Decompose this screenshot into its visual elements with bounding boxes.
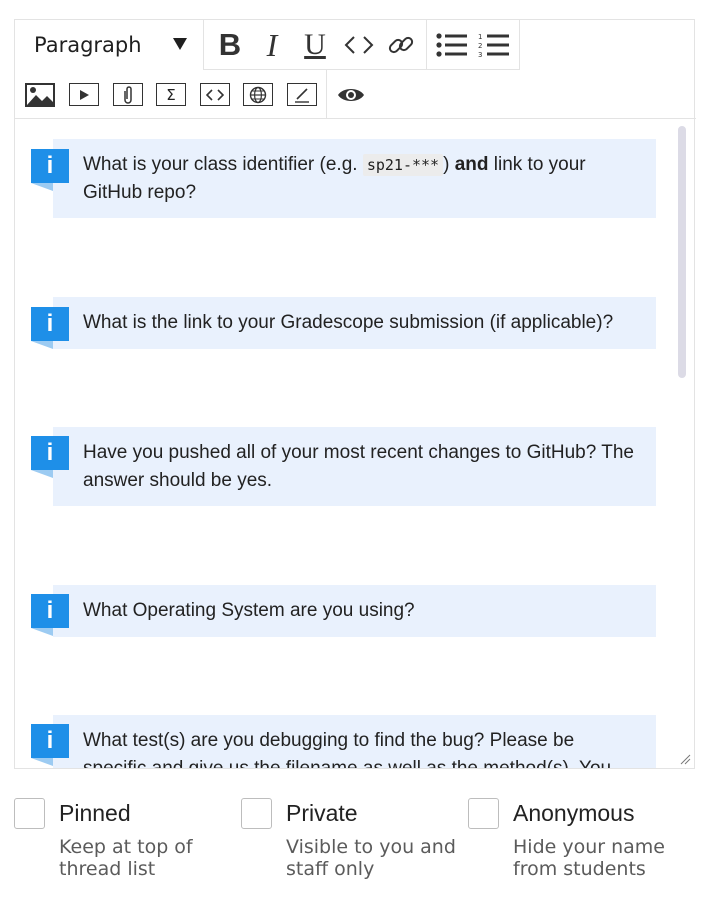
insert-image-button[interactable] xyxy=(24,70,56,119)
numbered-list-icon: 1 2 3 xyxy=(478,33,509,57)
info-icon-fold xyxy=(31,183,53,191)
underline-icon: U xyxy=(304,28,326,61)
info-callout: Have you pushed all of your most recent … xyxy=(53,427,656,506)
insert-video-button[interactable] xyxy=(67,70,101,119)
pinned-checkbox[interactable] xyxy=(14,798,45,829)
info-callout: What is your class identifier (e.g. sp21… xyxy=(53,139,656,218)
eye-icon xyxy=(338,88,364,101)
svg-text:2: 2 xyxy=(478,42,482,50)
rich-text-editor: Paragraph B I U 1 2 3 Σ What is your cla… xyxy=(14,19,696,769)
inline-code-button[interactable] xyxy=(342,20,376,70)
video-icon xyxy=(69,83,99,106)
callout-text: What is your class identifier (e.g. xyxy=(83,154,363,175)
editor-content[interactable]: What is your class identifier (e.g. sp21… xyxy=(15,120,694,768)
italic-icon: I xyxy=(266,26,278,63)
info-icon: i xyxy=(31,436,69,470)
option-label: Pinned xyxy=(59,800,131,826)
attach-file-button[interactable] xyxy=(111,70,145,119)
insert-web-embed-button[interactable] xyxy=(241,70,275,119)
callout-bold-text: and xyxy=(454,154,489,175)
bold-icon: B xyxy=(218,27,242,62)
underline-button[interactable]: U xyxy=(298,20,332,70)
info-icon: i xyxy=(31,724,69,758)
info-icon-fold xyxy=(31,628,53,636)
scrollbar-thumb[interactable] xyxy=(678,126,686,378)
paperclip-icon xyxy=(113,83,143,106)
italic-button[interactable]: I xyxy=(256,20,288,70)
resize-grip-icon[interactable] xyxy=(679,753,691,765)
pen-icon xyxy=(287,83,317,106)
option-description: Visible to you and staff only xyxy=(286,836,456,880)
insert-button-group: Σ xyxy=(15,70,327,119)
bold-button[interactable]: B xyxy=(212,20,248,70)
callout-text: What test(s) are you debugging to find t… xyxy=(83,730,611,768)
option-anonymous: Anonymous Hide your name from students xyxy=(468,790,688,890)
globe-icon xyxy=(243,83,273,106)
insert-drawing-button[interactable] xyxy=(285,70,319,119)
callout-text: What is the link to your Gradescope subm… xyxy=(83,312,614,333)
info-callout: What test(s) are you debugging to find t… xyxy=(53,715,656,768)
callout-text: What Operating System are you using? xyxy=(83,600,415,621)
sigma-icon: Σ xyxy=(156,83,186,106)
option-description: Hide your name from students xyxy=(513,836,665,880)
info-icon: i xyxy=(31,307,69,341)
numbered-list-button[interactable]: 1 2 3 xyxy=(475,20,513,70)
info-icon: i xyxy=(31,149,69,183)
code-icon xyxy=(344,36,374,54)
paragraph-style-select[interactable]: Paragraph xyxy=(15,20,204,70)
private-checkbox[interactable] xyxy=(241,798,272,829)
post-options: Pinned Keep at top of thread list Privat… xyxy=(0,790,709,900)
anonymous-checkbox[interactable] xyxy=(468,798,499,829)
svg-text:1: 1 xyxy=(478,33,482,41)
insert-code-block-button[interactable] xyxy=(198,70,232,119)
option-label: Private xyxy=(286,800,358,826)
insert-math-button[interactable]: Σ xyxy=(154,70,188,119)
option-label: Anonymous xyxy=(513,800,635,826)
svg-text:3: 3 xyxy=(478,51,482,57)
option-pinned: Pinned Keep at top of thread list xyxy=(14,790,234,890)
callout-text: Have you pushed all of your most recent … xyxy=(83,442,634,491)
bullet-list-button[interactable] xyxy=(433,20,471,70)
toolbar-row-formatting: Paragraph B I U 1 2 3 xyxy=(15,20,696,70)
info-icon-fold xyxy=(31,341,53,349)
link-button[interactable] xyxy=(384,20,418,70)
info-icon: i xyxy=(31,594,69,628)
image-icon xyxy=(25,82,55,107)
caret-down-icon xyxy=(173,38,187,50)
toolbar-row-insert: Σ xyxy=(15,70,696,119)
code-block-icon xyxy=(200,83,230,106)
link-icon xyxy=(388,36,414,54)
paragraph-style-label: Paragraph xyxy=(34,33,142,57)
list-button-group: 1 2 3 xyxy=(427,20,520,70)
inline-code: sp21-*** xyxy=(362,154,444,176)
callout-text: ) xyxy=(443,154,455,175)
info-callout: What is the link to your Gradescope subm… xyxy=(53,297,656,349)
preview-button[interactable] xyxy=(335,70,367,119)
format-button-group: B I U xyxy=(204,20,427,70)
bullet-list-icon xyxy=(436,33,467,57)
info-callout: What Operating System are you using? xyxy=(53,585,656,637)
info-icon-fold xyxy=(31,470,53,478)
info-icon-fold xyxy=(31,758,53,766)
option-description: Keep at top of thread list xyxy=(59,836,193,880)
option-private: Private Visible to you and staff only xyxy=(241,790,461,890)
